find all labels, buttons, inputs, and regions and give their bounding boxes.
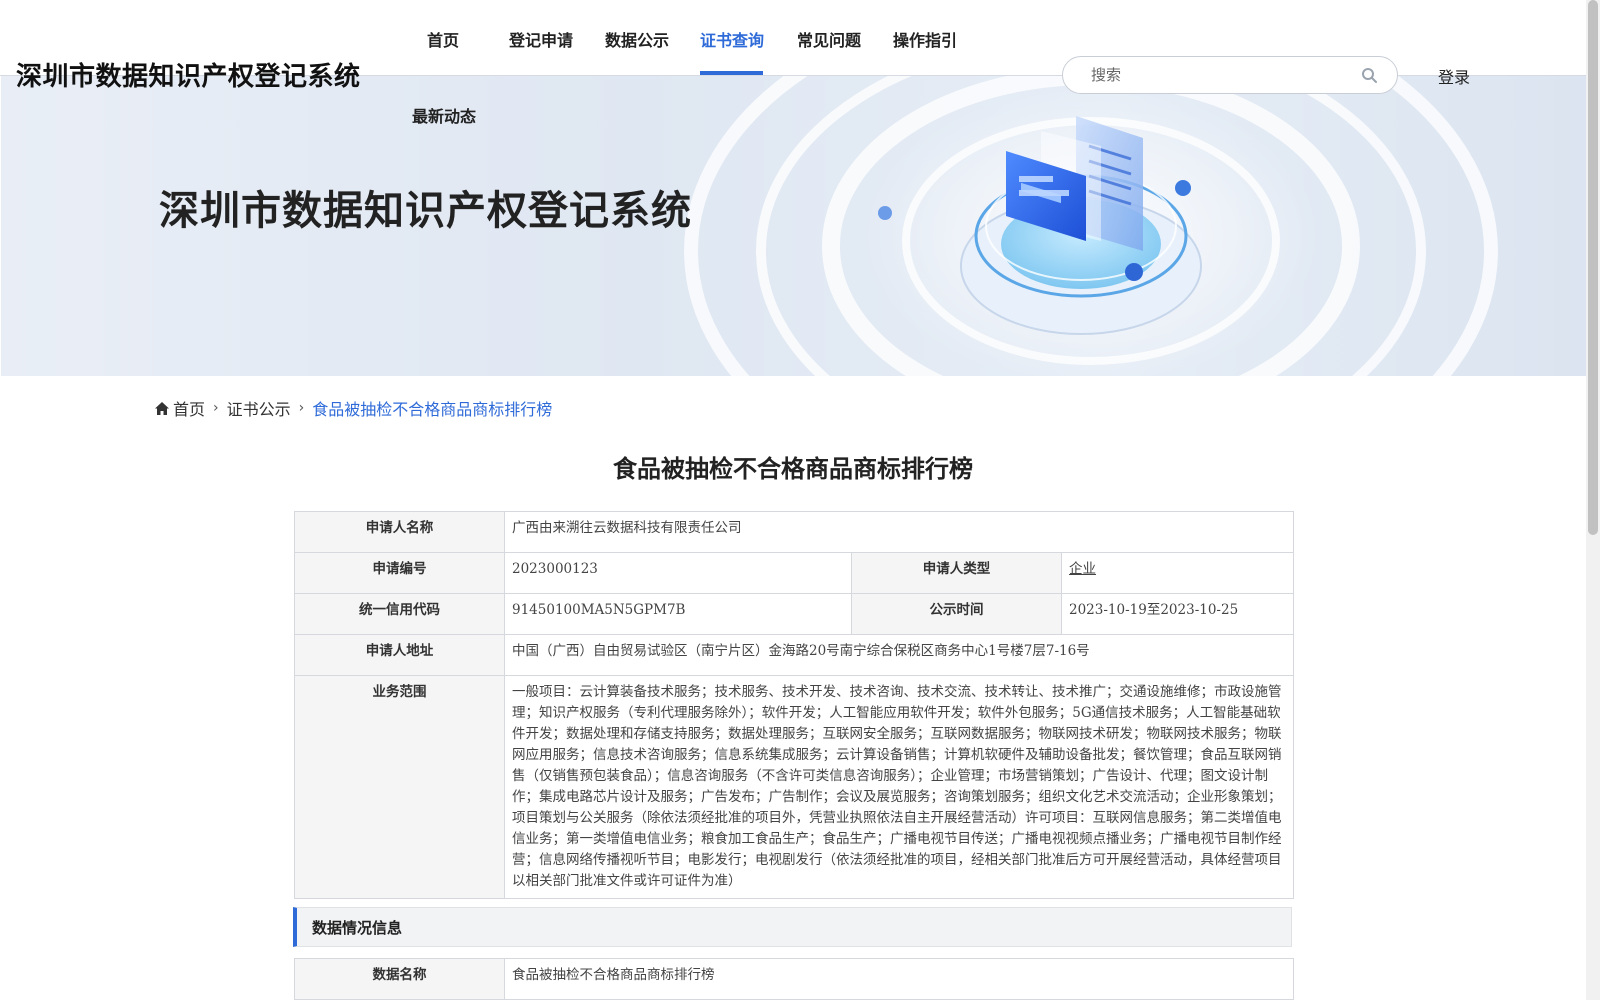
- table-row: 申请编号 2023000123 申请人类型 企业: [294, 552, 1294, 594]
- nav-item-home[interactable]: 首页: [427, 27, 459, 51]
- applicant-type-label: 申请人类型: [851, 552, 1062, 594]
- breadcrumb-home[interactable]: 首页: [173, 396, 205, 420]
- nav-item-certificate-query[interactable]: 证书查询: [700, 27, 764, 51]
- breadcrumb-certificate-publicity[interactable]: 证书公示: [227, 396, 291, 420]
- credit-code-label: 统一信用代码: [294, 593, 505, 635]
- site-title: 深圳市数据知识产权登记系统: [16, 62, 361, 92]
- table-row: 业务范围 一般项目：云计算装备技术服务；技术服务、技术开发、技术咨询、技术交流、…: [294, 675, 1294, 899]
- home-icon: [155, 401, 169, 415]
- page-title: 食品被抽检不合格商品商标排行榜: [613, 454, 973, 483]
- search-icon[interactable]: [1361, 67, 1377, 83]
- applicant-type-value[interactable]: 企业: [1069, 561, 1096, 577]
- table-row: 统一信用代码 91450100MA5N5GPM7B 公示时间 2023-10-1…: [294, 593, 1294, 635]
- breadcrumb-current: 食品被抽检不合格商品商标排行榜: [312, 400, 553, 419]
- applicant-address-value: 中国（广西）自由贸易试验区（南宁片区）金海路20号南宁综合保税区商务中心1号楼7…: [504, 634, 1294, 676]
- data-info-section-heading: 数据情况信息: [293, 907, 1292, 947]
- nav-item-faq[interactable]: 常见问题: [797, 27, 861, 51]
- publicity-period-value: 2023-10-19至2023-10-25: [1061, 593, 1294, 635]
- breadcrumb: 首页 › 证书公示 › 食品被抽检不合格商品商标排行榜: [155, 396, 552, 420]
- data-name-label: 数据名称: [294, 958, 505, 1000]
- nav-item-news[interactable]: 最新动态: [412, 103, 476, 127]
- search-input[interactable]: [1089, 65, 1353, 85]
- chevron-right-icon: ›: [213, 400, 219, 416]
- applicant-info-table: 申请人名称 广西由来溯往云数据科技有限责任公司 申请编号 2023000123 …: [294, 511, 1294, 899]
- chevron-right-icon: ›: [298, 400, 305, 416]
- search-box: [1062, 56, 1398, 94]
- application-number-value: 2023000123: [504, 552, 852, 594]
- hero-banner: 深圳市数据知识产权登记系统: [1, 76, 1586, 376]
- business-scope-value: 一般项目：云计算装备技术服务；技术服务、技术开发、技术咨询、技术交流、技术转让、…: [504, 675, 1294, 899]
- data-info-table: 数据名称 食品被抽检不合格商品商标排行榜: [294, 958, 1294, 1000]
- application-number-label: 申请编号: [294, 552, 505, 594]
- business-scope-label: 业务范围: [294, 675, 505, 899]
- login-link[interactable]: 登录: [1438, 64, 1470, 88]
- banner-title: 深圳市数据知识产权登记系统: [159, 187, 692, 234]
- data-name-value: 食品被抽检不合格商品商标排行榜: [504, 958, 1294, 1000]
- credit-code-value: 91450100MA5N5GPM7B: [504, 593, 852, 635]
- nav-item-data-publicity[interactable]: 数据公示: [605, 27, 669, 51]
- nav-active-indicator: [700, 71, 763, 75]
- nav-item-register[interactable]: 登记申请: [509, 27, 573, 51]
- table-row: 申请人名称 广西由来溯往云数据科技有限责任公司: [294, 511, 1294, 553]
- section-heading-text: 数据情况信息: [312, 918, 403, 937]
- applicant-name-value: 广西由来溯往云数据科技有限责任公司: [504, 511, 1294, 553]
- nav-item-guide[interactable]: 操作指引: [893, 27, 957, 51]
- table-row: 数据名称 食品被抽检不合格商品商标排行榜: [294, 958, 1294, 1000]
- table-row: 申请人地址 中国（广西）自由贸易试验区（南宁片区）金海路20号南宁综合保税区商务…: [294, 634, 1294, 676]
- applicant-name-label: 申请人名称: [294, 511, 505, 553]
- applicant-address-label: 申请人地址: [294, 634, 505, 676]
- publicity-period-label: 公示时间: [851, 593, 1062, 635]
- scrollbar-thumb[interactable]: [1588, 0, 1598, 535]
